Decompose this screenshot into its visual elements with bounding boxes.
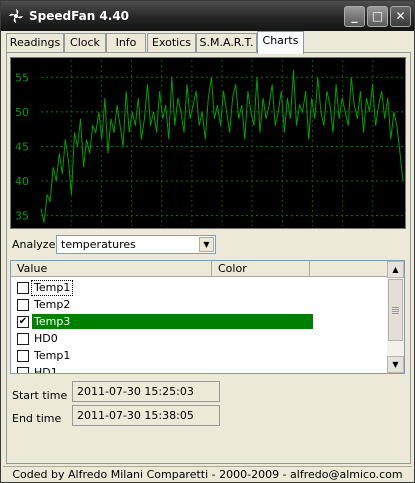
row-checkbox[interactable] — [17, 333, 29, 345]
row-checkbox[interactable] — [17, 367, 29, 373]
analyze-selected-value: temperatures — [61, 238, 136, 251]
row-checkbox[interactable] — [17, 282, 29, 294]
list-item[interactable]: Temp1 — [15, 279, 375, 296]
speedfan-window: SpeedFan 4.40 _ □ ✕ Readings Clock Info … — [0, 0, 415, 483]
y-tick-label: 50 — [15, 106, 29, 119]
row-checkbox[interactable] — [17, 299, 29, 311]
start-time-field: 2011-07-30 15:25:03 — [72, 381, 220, 402]
row-label: Temp3 — [34, 315, 71, 328]
tab-exotics[interactable]: Exotics — [147, 33, 196, 53]
end-time-label: End time — [12, 412, 62, 425]
analyze-label: Analyze — [12, 238, 56, 251]
y-tick-label: 35 — [15, 210, 29, 223]
maximize-icon: □ — [371, 9, 384, 23]
y-tick-label: 40 — [15, 175, 29, 188]
list-item[interactable]: HD1 — [15, 364, 375, 374]
list-header: Value Color — [11, 261, 388, 277]
analyze-dropdown[interactable]: temperatures ▼ — [56, 235, 216, 254]
column-value-header[interactable]: Value — [11, 261, 212, 277]
list-item[interactable]: HD0 — [15, 330, 375, 347]
row-checkbox[interactable] — [17, 350, 29, 362]
tab-info[interactable]: Info — [106, 33, 146, 53]
row-checkbox-checked[interactable]: ✔ — [17, 316, 29, 328]
status-bar: Coded by Alfredo Milani Comparetti - 200… — [3, 466, 412, 482]
row-label: HD1 — [34, 366, 58, 374]
chart-svg: 35 40 45 50 55 — [15, 60, 404, 226]
row-label: Temp2 — [34, 298, 71, 311]
scroll-down-icon[interactable]: ▼ — [387, 356, 404, 373]
minimize-button[interactable]: _ — [344, 6, 365, 27]
title-bar[interactable]: SpeedFan 4.40 _ □ ✕ — [1, 1, 414, 31]
list-item[interactable]: Temp2 — [15, 296, 375, 313]
tab-clock[interactable]: Clock — [64, 33, 106, 53]
row-label: Temp1 — [30, 280, 74, 296]
list-item[interactable]: ✔ Temp3 — [15, 313, 375, 330]
y-tick-label: 55 — [15, 71, 29, 84]
close-button[interactable]: ✕ — [390, 6, 411, 27]
y-tick-label: 45 — [15, 140, 29, 153]
sensor-list: Value Color Temp1 Temp2 ✔ Temp3 HD0 Temp… — [10, 260, 405, 374]
row-label: Temp1 — [34, 349, 71, 362]
tab-readings[interactable]: Readings — [6, 33, 64, 53]
maximize-button[interactable]: □ — [367, 6, 388, 27]
row-label: HD0 — [34, 332, 58, 345]
minimize-icon: _ — [351, 9, 358, 23]
column-color-header[interactable]: Color — [212, 261, 310, 277]
temperature-chart: 35 40 45 50 55 — [10, 57, 406, 229]
fan-icon — [9, 9, 23, 23]
scroll-up-icon[interactable]: ▲ — [387, 261, 404, 278]
tab-smart[interactable]: S.M.A.R.T. — [196, 33, 257, 53]
list-item[interactable]: Temp1 — [15, 347, 375, 364]
close-icon: ✕ — [395, 9, 406, 23]
scroll-thumb[interactable] — [388, 279, 403, 341]
list-scrollbar[interactable]: ▲ ▼ — [387, 261, 404, 373]
end-time-field: 2011-07-30 15:38:05 — [72, 405, 220, 426]
dropdown-arrow-icon[interactable]: ▼ — [199, 237, 214, 252]
window-title: SpeedFan 4.40 — [29, 9, 130, 23]
start-time-label: Start time — [12, 389, 68, 402]
row-color-swatch — [32, 314, 313, 329]
tab-charts[interactable]: Charts — [257, 31, 304, 54]
